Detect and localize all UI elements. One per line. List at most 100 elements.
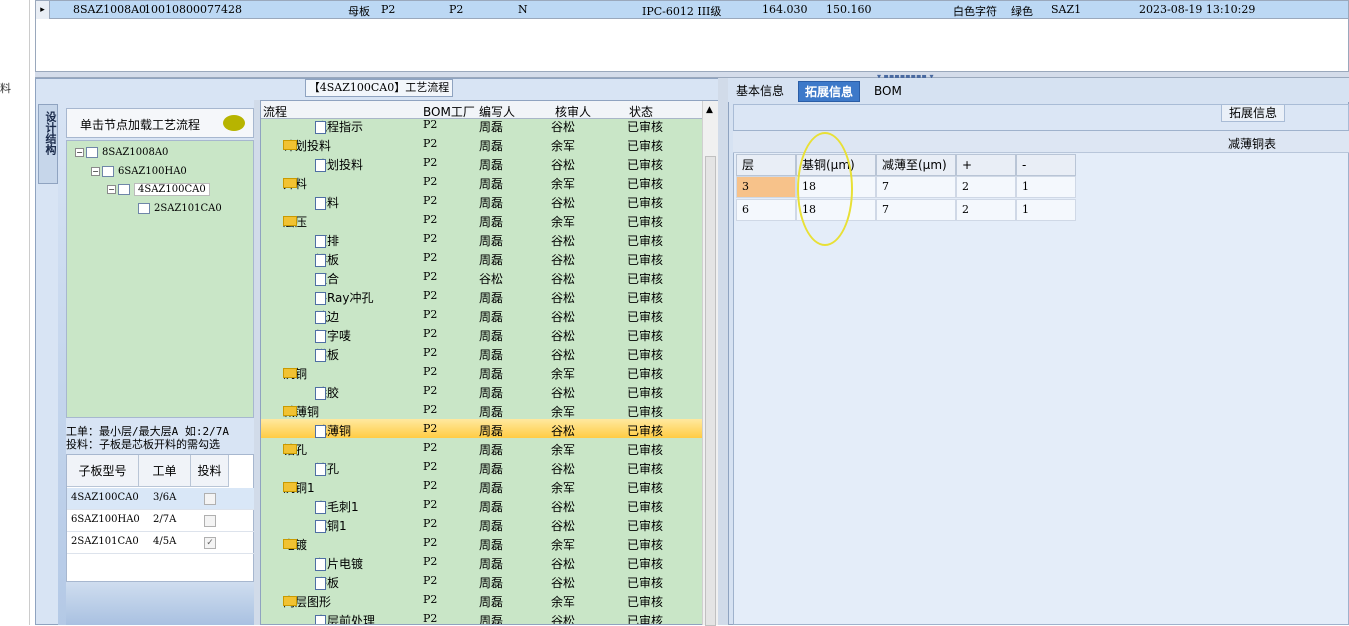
cell-writer: 周磊 bbox=[479, 348, 504, 362]
folder-icon bbox=[283, 406, 297, 416]
process-step-row[interactable]: 负片电镀 P2 周磊 谷松 已审核 bbox=[261, 552, 703, 571]
cell-minus[interactable]: 1 bbox=[1016, 176, 1076, 198]
cell-reviewer: 谷松 bbox=[551, 310, 576, 324]
cell-status: 已审核 bbox=[627, 310, 664, 324]
document-icon bbox=[315, 311, 326, 324]
cell-writer: 周磊 bbox=[479, 310, 504, 324]
process-step-row[interactable]: 开料 P2 周磊 谷松 已审核 bbox=[261, 191, 703, 210]
process-step-row[interactable]: 烘板 P2 周磊 谷松 已审核 bbox=[261, 343, 703, 362]
process-name: −内层图形 bbox=[283, 593, 331, 610]
cell-writer: 周磊 bbox=[479, 481, 504, 495]
process-step-row[interactable]: 计划投料 P2 周磊 谷松 已审核 bbox=[261, 153, 703, 172]
feed-checkbox[interactable] bbox=[204, 515, 216, 527]
collapse-icon[interactable]: − bbox=[91, 167, 100, 176]
process-step-row[interactable]: 内层前处理 P2 周磊 谷松 已审核 bbox=[261, 609, 703, 624]
cell-plus[interactable]: 2 bbox=[956, 176, 1016, 198]
top-grid-row[interactable]: ▸ 8SAZ1008A0 10010800077428 母板 P2 P2 N I… bbox=[36, 1, 1348, 19]
process-step-row[interactable]: 除胶 P2 周磊 谷松 已审核 bbox=[261, 381, 703, 400]
panel-splitter[interactable] bbox=[718, 78, 728, 625]
header-order[interactable]: 工单 bbox=[139, 455, 191, 487]
process-step-row[interactable]: 铣边 P2 周磊 谷松 已审核 bbox=[261, 305, 703, 324]
scroll-up-icon[interactable]: ▲ bbox=[706, 105, 713, 115]
process-group-row[interactable]: −层压 P2 周磊 余军 已审核 bbox=[261, 210, 703, 229]
scroll-thumb[interactable] bbox=[705, 156, 716, 626]
header-plus[interactable]: + bbox=[956, 154, 1016, 176]
table-row[interactable]: 2SAZ101CA0 4/5A ✓ bbox=[67, 532, 255, 554]
process-group-row[interactable]: −开料 P2 周磊 余军 已审核 bbox=[261, 172, 703, 191]
cell-status: 已审核 bbox=[627, 253, 664, 267]
tab-bom[interactable]: BOM bbox=[868, 81, 908, 102]
tab-extended-info[interactable]: 拓展信息 bbox=[798, 81, 861, 102]
header-minus[interactable]: - bbox=[1016, 154, 1076, 176]
process-group-row[interactable]: −内层图形 P2 周磊 余军 已审核 bbox=[261, 590, 703, 609]
process-group-row[interactable]: −钻孔 P2 周磊 余军 已审核 bbox=[261, 438, 703, 457]
document-icon bbox=[315, 273, 326, 286]
process-group-row[interactable]: −沉铜1 P2 周磊 余军 已审核 bbox=[261, 476, 703, 495]
process-group-row[interactable]: −减薄铜 P2 周磊 余军 已审核 bbox=[261, 400, 703, 419]
process-step-row[interactable]: 磨板 P2 周磊 谷松 已审核 bbox=[261, 571, 703, 590]
process-step-row[interactable]: 打字唛 P2 周磊 谷松 已审核 bbox=[261, 324, 703, 343]
collapse-icon[interactable]: − bbox=[75, 148, 84, 157]
cell-model: 4SAZ100CA0 bbox=[71, 492, 139, 503]
tree-node-selected[interactable]: −4SAZ100CA0 bbox=[107, 183, 210, 196]
cell-status: 已审核 bbox=[627, 576, 664, 590]
feed-checkbox[interactable]: ✓ bbox=[204, 537, 216, 549]
folder-icon bbox=[283, 216, 297, 226]
cell-bom: P2 bbox=[423, 536, 438, 549]
process-step-row[interactable]: 沉铜1 P2 周磊 谷松 已审核 bbox=[261, 514, 703, 533]
collapse-icon[interactable]: − bbox=[107, 185, 116, 194]
process-name: 沉铜1 bbox=[315, 517, 347, 534]
process-group-row[interactable]: −计划投料 P2 周磊 余军 已审核 bbox=[261, 134, 703, 153]
table-row[interactable]: 6SAZ100HA0 2/7A bbox=[67, 510, 255, 532]
cell-writer: 周磊 bbox=[479, 291, 504, 305]
tree-node[interactable]: 2SAZ101CA0 bbox=[138, 203, 222, 214]
process-panel-title: 【4SAZ100CA0】工艺流程 bbox=[305, 79, 453, 97]
header-layer[interactable]: 层 bbox=[736, 154, 796, 176]
cell-thin-to[interactable]: 7 bbox=[876, 199, 956, 221]
process-step-row[interactable]: 排板 P2 周磊 谷松 已审核 bbox=[261, 248, 703, 267]
cell-layer[interactable]: 6 bbox=[736, 199, 796, 221]
header-feed[interactable]: 投料 bbox=[191, 455, 229, 487]
process-name: 排板 bbox=[315, 251, 339, 268]
tree-node[interactable]: −8SAZ1008A0 bbox=[75, 147, 168, 158]
design-structure-tab-label: 设计结构 bbox=[44, 111, 57, 155]
process-scrollbar[interactable]: ▲ bbox=[702, 101, 718, 626]
process-name: −减薄铜 bbox=[283, 403, 319, 420]
tree-node[interactable]: −6SAZ100HA0 bbox=[91, 166, 187, 177]
cell-minus[interactable]: 1 bbox=[1016, 199, 1076, 221]
notes: 工单：最小层/最大层A 如:2/7A 投料：子板是芯板开料的需勾选 bbox=[66, 425, 256, 451]
cell-plus[interactable]: 2 bbox=[956, 199, 1016, 221]
cell-writer: 周磊 bbox=[479, 595, 504, 609]
row-indicator: ▸ bbox=[36, 1, 50, 19]
cell-bom: P2 bbox=[423, 498, 438, 511]
node-icon bbox=[118, 184, 130, 195]
cell-factory: P2 bbox=[449, 3, 464, 16]
process-step-row[interactable]: 去毛刺1 P2 周磊 谷松 已审核 bbox=[261, 495, 703, 514]
feed-checkbox[interactable] bbox=[204, 493, 216, 505]
process-group-row[interactable]: −电镀 P2 周磊 余军 已审核 bbox=[261, 533, 703, 552]
design-structure-tab[interactable]: 设计结构 bbox=[38, 104, 58, 184]
process-step-row[interactable]: 流程指示 P2 周磊 谷松 已审核 bbox=[261, 115, 703, 134]
process-step-row[interactable]: 压合 P2 谷松 谷松 已审核 bbox=[261, 267, 703, 286]
tab-basic-info[interactable]: 基本信息 bbox=[730, 81, 790, 102]
process-step-row[interactable]: 预排 P2 周磊 谷松 已审核 bbox=[261, 229, 703, 248]
document-icon bbox=[315, 330, 326, 343]
process-step-row[interactable]: X-Ray冲孔 P2 周磊 谷松 已审核 bbox=[261, 286, 703, 305]
document-icon bbox=[315, 235, 326, 248]
cell-date: 2023-08-19 13:10:29 bbox=[1139, 3, 1256, 16]
header-thin-to[interactable]: 减薄至(μm) bbox=[876, 154, 956, 176]
cell-bom: P2 bbox=[423, 289, 438, 302]
process-group-row[interactable]: −沉铜 P2 周磊 余军 已审核 bbox=[261, 362, 703, 381]
table-row[interactable]: 4SAZ100CA0 3/6A bbox=[67, 488, 255, 510]
cell-reviewer: 余军 bbox=[551, 139, 576, 153]
cell-layer[interactable]: 3 bbox=[736, 176, 796, 198]
folder-icon bbox=[283, 444, 297, 454]
header-model[interactable]: 子板型号 bbox=[67, 455, 139, 487]
cell-writer: 周磊 bbox=[479, 557, 504, 571]
cell-reviewer: 余军 bbox=[551, 595, 576, 609]
cell-writer: 周磊 bbox=[479, 234, 504, 248]
cell-reviewer: 谷松 bbox=[551, 158, 576, 172]
process-step-row[interactable]: 减薄铜 P2 周磊 谷松 已审核 bbox=[261, 419, 703, 438]
cell-thin-to[interactable]: 7 bbox=[876, 176, 956, 198]
process-step-row[interactable]: 钻孔 P2 周磊 谷松 已审核 bbox=[261, 457, 703, 476]
